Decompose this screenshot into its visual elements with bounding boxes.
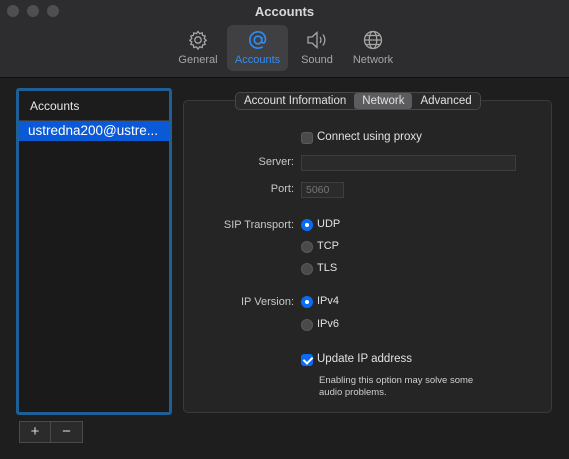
toolbar-sound-label: Sound (301, 54, 333, 66)
sip-transport-udp-label: UDP (317, 218, 341, 230)
gear-icon (187, 27, 209, 53)
toolbar-accounts[interactable]: Accounts (227, 25, 288, 71)
at-sign-icon (246, 27, 270, 53)
window-title: Accounts (254, 4, 315, 19)
update-ip-label: Update IP address (317, 353, 413, 365)
proxy-label: Connect using proxy (317, 131, 422, 143)
remove-account-button[interactable]: − (51, 421, 83, 443)
speaker-icon (305, 27, 329, 53)
proxy-checkbox[interactable] (301, 132, 313, 144)
server-label: Server: (258, 156, 294, 168)
toolbar-sound[interactable]: Sound (293, 25, 341, 71)
sip-transport-tcp-radio[interactable] (301, 241, 313, 253)
tab-account-information[interactable]: Account Information (236, 93, 354, 109)
update-ip-hint-line2: audio problems. (319, 387, 387, 398)
toolbar-general[interactable]: General (173, 25, 223, 71)
settings-tabs: Account Information Network Advanced (235, 92, 481, 110)
network-settings-panel (183, 100, 552, 413)
toolbar-network-label: Network (352, 54, 394, 66)
ip-version-ipv6-label: IPv6 (317, 318, 340, 330)
sip-transport-tls-radio[interactable] (301, 263, 313, 275)
ip-version-ipv4-radio[interactable] (301, 296, 313, 308)
update-ip-checkbox[interactable] (301, 354, 313, 366)
sip-transport-label: SIP Transport: (223, 219, 294, 231)
port-field[interactable] (301, 182, 344, 198)
toolbar-accounts-label: Accounts (234, 54, 281, 66)
ip-version-ipv4-label: IPv4 (317, 295, 340, 307)
ip-version-ipv6-radio[interactable] (301, 319, 313, 331)
globe-icon (362, 27, 384, 53)
update-ip-hint: Enabling this option may solve some audi… (319, 375, 539, 399)
toolbar-network[interactable]: Network (346, 25, 400, 71)
toolbar-general-label: General (178, 54, 218, 66)
sip-transport-tls-label: TLS (317, 262, 338, 274)
tab-network[interactable]: Network (354, 93, 413, 109)
server-field[interactable] (301, 155, 516, 171)
account-list-item[interactable]: ustredna200@ustre... (19, 121, 169, 141)
ip-version-label: IP Version: (241, 296, 294, 308)
sip-transport-tcp-label: TCP (317, 240, 339, 252)
accounts-list[interactable]: Accounts ustredna200@ustre... (16, 88, 172, 415)
port-label: Port: (270, 183, 294, 195)
title-bar: Accounts General Accounts Sound Network (0, 0, 569, 78)
accounts-list-header: Accounts (19, 91, 169, 121)
list-buttons: + − (19, 421, 83, 443)
add-account-button[interactable]: + (19, 421, 51, 443)
tab-advanced[interactable]: Advanced (412, 93, 479, 109)
update-ip-hint-line1: Enabling this option may solve some (319, 375, 474, 386)
sip-transport-udp-radio[interactable] (301, 219, 313, 231)
